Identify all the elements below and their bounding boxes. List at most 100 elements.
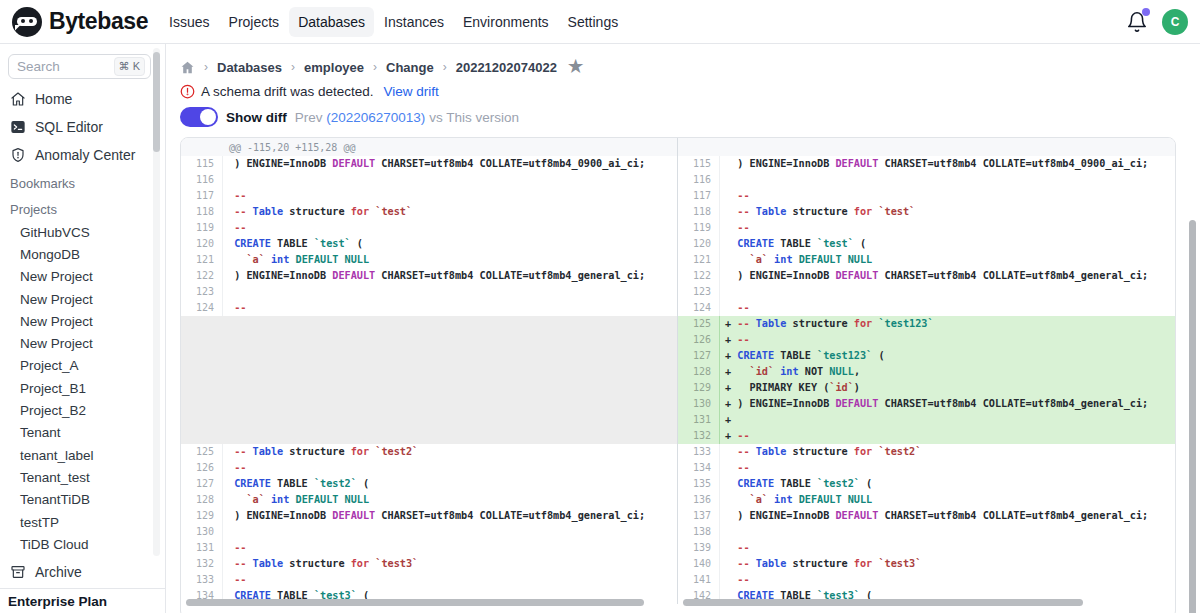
- breadcrumb-item[interactable]: 20221202074022: [456, 60, 557, 75]
- diff-line: 117 --: [181, 188, 677, 204]
- diff-line: 124 --: [181, 300, 677, 316]
- project-item[interactable]: MongoDB: [0, 243, 165, 265]
- diff-line: 118 -- Table structure for `test`: [678, 204, 1175, 220]
- project-list: GitHubVCSMongoDBNew ProjectNew ProjectNe…: [0, 221, 165, 555]
- nav-item-instances[interactable]: Instances: [375, 7, 453, 37]
- show-diff-toggle[interactable]: [180, 107, 218, 127]
- diff-toolbar: Show diff Prev (202206270013) vs This ve…: [180, 106, 1200, 128]
- project-item[interactable]: New Project: [0, 266, 165, 288]
- bytebase-logo[interactable]: Bytebase: [12, 7, 148, 37]
- diff-line: 129+ PRIMARY KEY (`id`): [678, 380, 1175, 396]
- project-item[interactable]: Project_B2: [0, 399, 165, 421]
- breadcrumb-separator: ›: [443, 60, 447, 74]
- diff-line: 126 --: [181, 460, 677, 476]
- sidebar: Search ⌘ K HomeSQL EditorAnomaly Center …: [0, 44, 166, 613]
- project-item[interactable]: TenantTiDB: [0, 489, 165, 511]
- diff-line: 123: [678, 284, 1175, 300]
- diff-line: 136 `a` int DEFAULT NULL: [678, 492, 1175, 508]
- show-diff-label: Show diff: [226, 110, 287, 125]
- diff-right-hscrollbar[interactable]: [683, 599, 1083, 606]
- diff-line: 121 `a` int DEFAULT NULL: [678, 252, 1175, 268]
- diff-line: 130+ ) ENGINE=InnoDB DEFAULT CHARSET=utf…: [678, 396, 1175, 412]
- project-item[interactable]: Tenant_test: [0, 466, 165, 488]
- diff-line: 133 --: [181, 572, 677, 588]
- diff-line: 140 -- Table structure for `test3`: [678, 556, 1175, 572]
- alert-text: A schema drift was detected.: [201, 84, 374, 99]
- anomaly-center-icon: [10, 147, 26, 163]
- project-item[interactable]: testTP: [0, 511, 165, 533]
- schema-drift-alert: A schema drift was detected. View drift: [180, 82, 1200, 100]
- breadcrumb-separator: ›: [291, 60, 295, 74]
- nav-item-projects[interactable]: Projects: [220, 7, 289, 37]
- prev-version-link[interactable]: (202206270013): [326, 110, 425, 125]
- bytebase-logo-icon: [12, 7, 42, 37]
- diff-line: 132+ --: [678, 428, 1175, 444]
- diff-hunk-header: [678, 138, 1175, 156]
- breadcrumb-separator: ›: [204, 60, 208, 74]
- project-item[interactable]: New Project: [0, 288, 165, 310]
- diff-hunk-header: @@ -115,20 +115,28 @@: [181, 138, 677, 156]
- brand-name: Bytebase: [49, 8, 148, 35]
- diff-line: 117 --: [678, 188, 1175, 204]
- diff-line: 131+: [678, 412, 1175, 428]
- bookmark-star-icon[interactable]: ★: [568, 60, 583, 74]
- page-scrollbar-thumb[interactable]: [1189, 220, 1196, 613]
- diff-line: 118 -- Table structure for `test`: [181, 204, 677, 220]
- project-item[interactable]: New Project: [0, 332, 165, 354]
- alert-icon: [180, 84, 195, 99]
- sidebar-item-sql-editor[interactable]: SQL Editor: [0, 113, 165, 141]
- diff-line: 127+ CREATE TABLE `test123` (: [678, 348, 1175, 364]
- avatar[interactable]: C: [1162, 9, 1188, 35]
- project-item[interactable]: TiDB Cloud: [0, 533, 165, 555]
- diff-left-hscrollbar[interactable]: [186, 599, 644, 606]
- diff-pane-right: 115 ) ENGINE=InnoDB DEFAULT CHARSET=utf8…: [678, 138, 1175, 604]
- sidebar-item-home[interactable]: Home: [0, 85, 165, 113]
- breadcrumb-item[interactable]: employee: [304, 60, 364, 75]
- archive-icon: [10, 564, 26, 580]
- project-item[interactable]: GitHubVCS: [0, 221, 165, 243]
- nav-item-settings[interactable]: Settings: [559, 7, 628, 37]
- notification-dot: [1142, 8, 1150, 16]
- sql-editor-icon: [10, 119, 26, 135]
- diff-line: 131 --: [181, 540, 677, 556]
- archive-label: Archive: [35, 564, 82, 580]
- project-item[interactable]: New Project: [0, 310, 165, 332]
- diff-line: 122 ) ENGINE=InnoDB DEFAULT CHARSET=utf8…: [678, 268, 1175, 284]
- notification-bell-icon[interactable]: [1126, 11, 1148, 33]
- main-content: › Databases › employee › Change › 2022120207402…: [166, 44, 1200, 613]
- project-item[interactable]: Project_A: [0, 355, 165, 377]
- project-item[interactable]: Project_B1: [0, 377, 165, 399]
- diff-line: 116: [181, 172, 677, 188]
- diff-versions: Prev (202206270013) vs This version: [295, 110, 519, 125]
- diff-line: 135 CREATE TABLE `test2` (: [678, 476, 1175, 492]
- project-item[interactable]: Tenant: [0, 422, 165, 444]
- diff-line: 141 --: [678, 572, 1175, 588]
- plan-label: Enterprise Plan: [0, 588, 165, 613]
- diff-gap: [181, 316, 677, 444]
- sidebar-item-anomaly-center[interactable]: Anomaly Center: [0, 141, 165, 169]
- diff-line: 139 --: [678, 540, 1175, 556]
- diff-line: 132 -- Table structure for `test3`: [181, 556, 677, 572]
- diff-line: 125+ -- Table structure for `test123`: [678, 316, 1175, 332]
- view-drift-link[interactable]: View drift: [384, 84, 439, 99]
- sidebar-item-archive[interactable]: Archive: [0, 557, 165, 587]
- diff-line: 129 ) ENGINE=InnoDB DEFAULT CHARSET=utf8…: [181, 508, 677, 524]
- breadcrumb-item[interactable]: Databases: [217, 60, 282, 75]
- home-icon[interactable]: [180, 60, 195, 75]
- sidebar-scrollbar-thumb[interactable]: [153, 52, 160, 152]
- sidebar-section-bookmarks: Bookmarks: [0, 173, 165, 193]
- diff-line: 120 CREATE TABLE `test` (: [678, 236, 1175, 252]
- nav-item-environments[interactable]: Environments: [454, 7, 558, 37]
- diff-line: 137 ) ENGINE=InnoDB DEFAULT CHARSET=utf8…: [678, 508, 1175, 524]
- search-input[interactable]: Search ⌘ K: [8, 54, 151, 79]
- sidebar-menu: HomeSQL EditorAnomaly Center: [0, 85, 165, 169]
- nav-item-databases[interactable]: Databases: [289, 7, 374, 37]
- breadcrumb: › Databases › employee › Change › 2022120207402…: [180, 58, 1200, 76]
- diff-line: 116: [678, 172, 1175, 188]
- breadcrumb-separator: ›: [373, 60, 377, 74]
- project-item[interactable]: tenant_label: [0, 444, 165, 466]
- diff-line: 115 ) ENGINE=InnoDB DEFAULT CHARSET=utf8…: [181, 156, 677, 172]
- diff-line: 119 --: [678, 220, 1175, 236]
- breadcrumb-item[interactable]: Change: [386, 60, 434, 75]
- nav-item-issues[interactable]: Issues: [160, 7, 218, 37]
